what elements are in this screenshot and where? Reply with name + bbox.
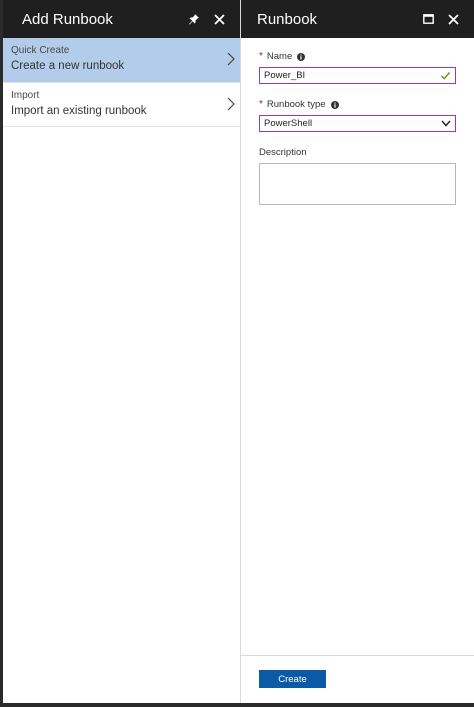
blade-footer: Create [241,655,474,707]
name-input[interactable]: Power_BI [259,67,456,84]
maximize-icon[interactable] [417,8,439,30]
add-runbook-blade: Add Runbook Quick Create Create a new ru… [3,0,241,707]
info-icon[interactable] [330,100,339,109]
runbook-type-label: * Runbook type [259,98,456,111]
info-icon[interactable] [297,52,306,61]
close-icon[interactable] [208,8,230,30]
item-subtitle: Create a new runbook [11,60,125,72]
required-marker: * [259,51,263,62]
item-subtitle: Import an existing runbook [11,105,147,117]
runbook-blade: Runbook * Name Power_BI * Runbook type P… [241,0,474,707]
create-button[interactable]: Create [259,670,326,688]
close-icon[interactable] [442,8,464,30]
pin-icon[interactable] [183,8,205,30]
chevron-down-icon [441,120,451,127]
runbook-type-label-text: Runbook type [266,99,326,110]
required-marker: * [259,99,263,110]
item-title: Quick Create [11,45,70,56]
bottom-strip [0,703,474,707]
name-input-value: Power_BI [264,70,306,81]
runbook-header: Runbook [241,0,474,38]
chevron-right-icon [227,52,235,66]
name-label-text: Name [266,51,293,62]
item-title: Import [11,90,40,101]
runbook-type-value: PowerShell [264,118,313,129]
blade-title: Add Runbook [22,10,113,28]
add-runbook-header: Add Runbook [3,0,240,38]
description-input[interactable] [259,163,456,205]
list-item-import[interactable]: Import Import an existing runbook [3,83,240,127]
chevron-right-icon [227,97,235,111]
blade-title: Runbook [257,10,318,28]
list-item-quick-create[interactable]: Quick Create Create a new runbook [3,38,240,83]
runbook-type-select[interactable]: PowerShell [259,115,456,132]
check-icon [440,72,451,80]
description-label: Description [259,147,307,158]
name-label: * Name [259,50,456,63]
runbook-form: * Name Power_BI * Runbook type PowerShel… [241,38,474,205]
